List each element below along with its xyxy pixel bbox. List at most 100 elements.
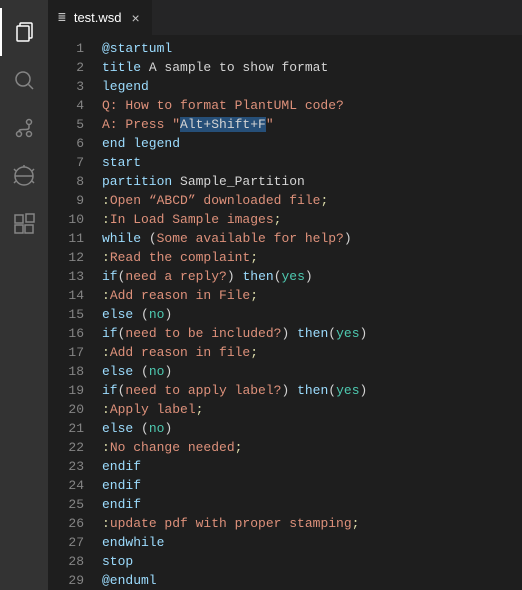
code-line[interactable]: endif: [102, 476, 522, 495]
line-number: 24: [48, 476, 84, 495]
token-string: No change needed: [110, 440, 235, 455]
line-number-gutter: 1234567891011121314151617181920212223242…: [48, 35, 102, 590]
code-line[interactable]: if(need to be included?) then(yes): [102, 324, 522, 343]
token-paren: (: [274, 269, 282, 284]
token-punct: :: [102, 516, 110, 531]
token-keyword: if: [102, 269, 118, 284]
line-number: 7: [48, 153, 84, 172]
search-icon[interactable]: [0, 56, 48, 104]
token-keyword: endif: [102, 497, 141, 512]
token-value: no: [149, 307, 165, 322]
source-control-icon[interactable]: [0, 104, 48, 152]
activity-bar: [0, 0, 48, 590]
token-string: Some available for help?: [157, 231, 344, 246]
token-highlight: Alt+Shift+F: [180, 117, 266, 132]
code-line[interactable]: :No change needed;: [102, 438, 522, 457]
token-keyword: end legend: [102, 136, 180, 151]
code-line[interactable]: :In Load Sample images;: [102, 210, 522, 229]
code-line[interactable]: else (no): [102, 362, 522, 381]
line-number: 10: [48, 210, 84, 229]
token-string: update pdf with proper stamping: [110, 516, 352, 531]
token-value: yes: [336, 383, 359, 398]
token-keyword: then: [242, 269, 273, 284]
code-line[interactable]: else (no): [102, 419, 522, 438]
token-punct: :: [102, 402, 110, 417]
tab-bar: ≣ test.wsd ×: [48, 0, 522, 35]
code-line[interactable]: if(need a reply?) then(yes): [102, 267, 522, 286]
token-string: A: Press ": [102, 117, 180, 132]
line-number: 9: [48, 191, 84, 210]
line-number: 21: [48, 419, 84, 438]
code-line[interactable]: endif: [102, 495, 522, 514]
line-number: 4: [48, 96, 84, 115]
code-line[interactable]: A: Press "Alt+Shift+F": [102, 115, 522, 134]
code-line[interactable]: :Apply label;: [102, 400, 522, 419]
line-number: 5: [48, 115, 84, 134]
token-punct: :: [102, 440, 110, 455]
token-string: In Load Sample images: [110, 212, 274, 227]
code-line[interactable]: @enduml: [102, 571, 522, 590]
code-content[interactable]: @startuml title A sample to show formatle…: [102, 35, 522, 590]
close-icon[interactable]: ×: [130, 9, 142, 27]
code-line[interactable]: :Open “ABCD” downloaded file;: [102, 191, 522, 210]
code-line[interactable]: legend: [102, 77, 522, 96]
line-number: 19: [48, 381, 84, 400]
token-keyword: endwhile: [102, 535, 164, 550]
token-paren: ): [305, 269, 313, 284]
token-string: Read the complaint: [110, 250, 250, 265]
extensions-icon[interactable]: [0, 200, 48, 248]
code-line[interactable]: endwhile: [102, 533, 522, 552]
token-keyword: else: [102, 307, 133, 322]
token-paren: (: [133, 364, 149, 379]
token-keyword: then: [297, 383, 328, 398]
token-keyword: @startuml: [102, 41, 172, 56]
token-string: ": [266, 117, 274, 132]
token-keyword: if: [102, 326, 118, 341]
token-string: need a reply?: [125, 269, 226, 284]
code-line[interactable]: :Add reason in file;: [102, 343, 522, 362]
code-line[interactable]: :update pdf with proper stamping;: [102, 514, 522, 533]
line-number: 27: [48, 533, 84, 552]
code-line[interactable]: Q: How to format PlantUML code?: [102, 96, 522, 115]
token-keyword: partition: [102, 174, 172, 189]
token-string: Add reason in File: [110, 288, 250, 303]
code-line[interactable]: end legend: [102, 134, 522, 153]
code-line[interactable]: title A sample to show format: [102, 58, 522, 77]
token-punct: ;: [235, 440, 243, 455]
token-keyword: endif: [102, 459, 141, 474]
token-string: need to be included?: [125, 326, 281, 341]
code-line[interactable]: if(need to apply label?) then(yes): [102, 381, 522, 400]
token-punct: :: [102, 345, 110, 360]
code-line[interactable]: endif: [102, 457, 522, 476]
token-paren: ): [164, 307, 172, 322]
line-number: 6: [48, 134, 84, 153]
line-number: 2: [48, 58, 84, 77]
token-punct: ;: [196, 402, 204, 417]
explorer-icon[interactable]: [0, 8, 48, 56]
token-punct: ;: [274, 212, 282, 227]
code-line[interactable]: stop: [102, 552, 522, 571]
token-punct: :: [102, 212, 110, 227]
token-paren: (: [133, 421, 149, 436]
code-editor[interactable]: 1234567891011121314151617181920212223242…: [48, 35, 522, 590]
token-paren: ): [227, 269, 235, 284]
tab-test-wsd[interactable]: ≣ test.wsd ×: [48, 0, 153, 35]
token-paren: ): [360, 383, 368, 398]
code-line[interactable]: partition Sample_Partition: [102, 172, 522, 191]
line-number: 16: [48, 324, 84, 343]
token-keyword: else: [102, 364, 133, 379]
line-number: 25: [48, 495, 84, 514]
token-paren: (: [141, 231, 157, 246]
line-number: 12: [48, 248, 84, 267]
code-line[interactable]: :Add reason in File;: [102, 286, 522, 305]
code-line[interactable]: @startuml: [102, 39, 522, 58]
code-line[interactable]: start: [102, 153, 522, 172]
token-keyword: @enduml: [102, 573, 157, 588]
debug-icon[interactable]: [0, 152, 48, 200]
line-number: 13: [48, 267, 84, 286]
code-line[interactable]: else (no): [102, 305, 522, 324]
token-keyword: start: [102, 155, 141, 170]
code-line[interactable]: while (Some available for help?): [102, 229, 522, 248]
line-number: 28: [48, 552, 84, 571]
code-line[interactable]: :Read the complaint;: [102, 248, 522, 267]
